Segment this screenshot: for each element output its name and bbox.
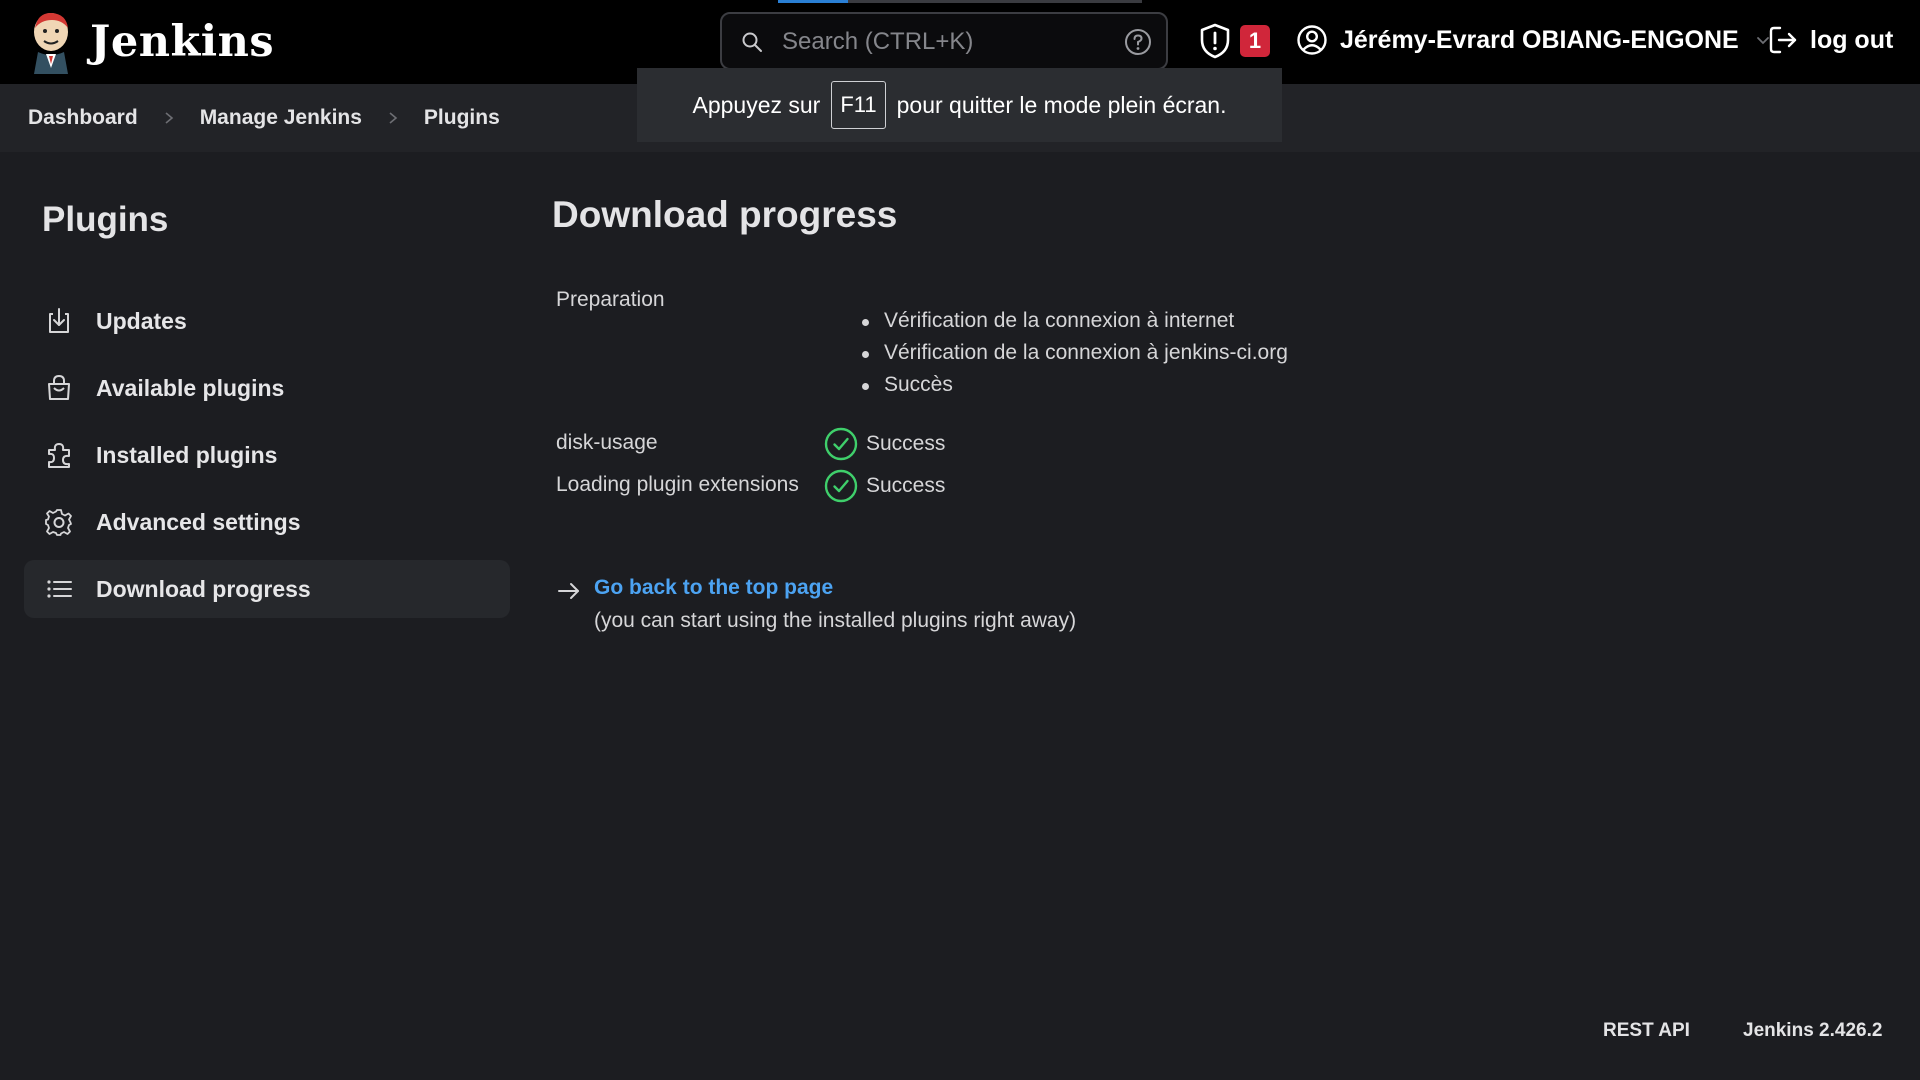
user-avatar-icon <box>1297 25 1327 55</box>
user-menu[interactable]: Jérémy-Evrard OBIANG-ENGONE <box>1296 24 1771 56</box>
brand-name: Jenkins <box>90 17 275 67</box>
logout-icon <box>1769 26 1797 54</box>
security-count-badge: 1 <box>1240 25 1270 57</box>
page-title: Download progress <box>552 194 898 235</box>
security-warnings-button[interactable]: 1 <box>1198 22 1270 60</box>
back-section: Go back to the top page (you can start u… <box>556 576 1076 633</box>
user-name: Jérémy-Evrard OBIANG-ENGONE <box>1340 25 1739 54</box>
jenkins-home-link[interactable]: Jenkins <box>28 10 274 74</box>
jenkins-version-link[interactable]: Jenkins 2.426.2 <box>1743 1020 1882 1042</box>
job-status-text: Success <box>866 432 946 455</box>
sidebar-nav: Updates Available plugins Installed plug… <box>24 292 510 627</box>
rest-api-link[interactable]: REST API <box>1603 1020 1690 1042</box>
gear-icon <box>45 509 72 536</box>
preparation-label: Preparation <box>556 288 665 311</box>
help-icon[interactable] <box>1124 28 1152 56</box>
sidebar-item-label: Updates <box>96 307 187 334</box>
list-icon <box>47 580 72 598</box>
search-progress-bar <box>778 0 848 3</box>
shopping-bag-icon <box>48 374 70 400</box>
arrow-right-icon <box>558 583 579 599</box>
job-status: Success <box>824 469 945 503</box>
job-name: Loading plugin extensions <box>556 473 799 496</box>
list-item: Vérification de la connexion à internet <box>862 306 1288 338</box>
job-status-text: Success <box>866 474 946 497</box>
job-name: disk-usage <box>556 431 658 454</box>
job-status: Success <box>824 427 945 461</box>
jenkins-logo-icon <box>34 12 68 74</box>
logout-label: log out <box>1810 25 1894 54</box>
search-icon <box>742 32 762 52</box>
fullscreen-notice-before: Appuyez sur <box>692 91 821 118</box>
search-progress-track <box>848 0 1142 3</box>
logout-button[interactable]: log out <box>1768 24 1893 56</box>
sidebar-item-advanced-settings[interactable]: Advanced settings <box>24 493 510 551</box>
search-input[interactable] <box>782 22 1102 62</box>
breadcrumb-dashboard[interactable]: Dashboard <box>28 106 138 130</box>
chevron-right-icon <box>389 112 398 124</box>
sidebar-item-available-plugins[interactable]: Available plugins <box>24 359 510 417</box>
success-check-icon <box>824 469 858 503</box>
sidebar-item-installed-plugins[interactable]: Installed plugins <box>24 426 510 484</box>
go-back-top-link[interactable]: Go back to the top page <box>594 576 833 599</box>
preparation-steps: Vérification de la connexion à internet … <box>862 306 1288 402</box>
list-item: Vérification de la connexion à jenkins-c… <box>862 338 1288 370</box>
success-check-icon <box>824 427 858 461</box>
breadcrumb-plugins[interactable]: Plugins <box>424 106 500 130</box>
sidebar-item-download-progress[interactable]: Download progress <box>24 560 510 618</box>
sidebar-item-label: Installed plugins <box>96 441 278 468</box>
fullscreen-notice: Appuyez sur F11 pour quitter le mode ple… <box>637 68 1282 142</box>
search-box[interactable] <box>720 12 1168 70</box>
sidebar-item-label: Advanced settings <box>96 508 301 535</box>
sidebar-item-label: Download progress <box>96 575 311 602</box>
sidebar-title: Plugins <box>42 200 169 239</box>
sidebar-item-label: Available plugins <box>96 374 285 401</box>
sidebar-item-updates[interactable]: Updates <box>24 292 510 350</box>
fullscreen-notice-after: pour quitter le mode plein écran. <box>896 91 1227 118</box>
breadcrumb-manage-jenkins[interactable]: Manage Jenkins <box>200 106 362 130</box>
download-icon <box>49 308 69 333</box>
chevron-right-icon <box>165 112 173 124</box>
shield-icon <box>1200 23 1230 59</box>
puzzle-icon <box>48 443 70 468</box>
list-item: Succès <box>862 370 1288 402</box>
back-note: (you can start using the installed plugi… <box>594 609 1077 632</box>
f11-key: F11 <box>831 81 886 129</box>
